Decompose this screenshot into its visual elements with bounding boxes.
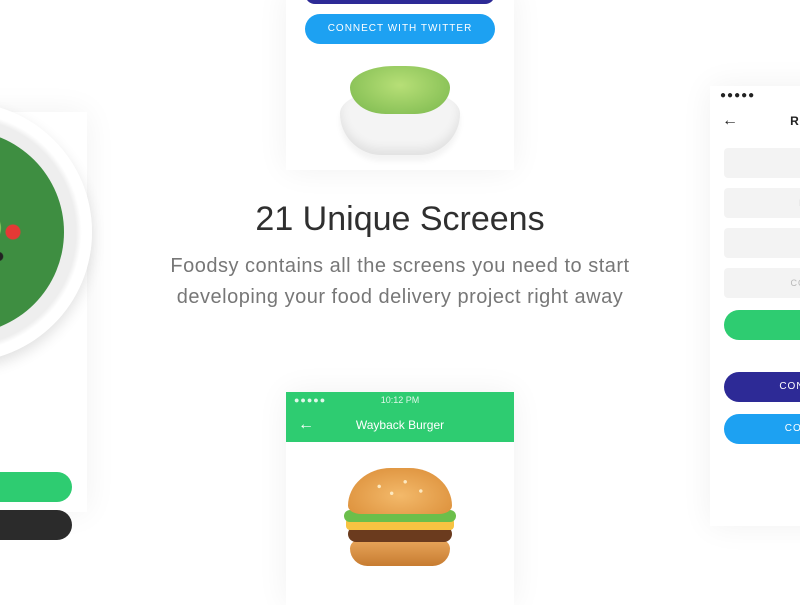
connect-twitter-button[interactable]: CONNECT WITH TWITTER: [305, 14, 495, 44]
page-title: Wayback Burger: [356, 418, 444, 432]
connect-facebook-button[interactable]: [305, 0, 495, 4]
food-image-salad: [0, 102, 92, 362]
back-arrow-icon[interactable]: ←: [298, 416, 314, 434]
confirm-password-field[interactable]: CONFIRM F: [724, 268, 800, 298]
signin-button[interactable]: G IN: [0, 510, 72, 540]
screen-restaurant-detail: ●●●●● 10:12 PM ← Wayback Burger: [286, 392, 514, 605]
food-image-burger: [286, 442, 514, 582]
signal-dots-icon: ●●●●●: [294, 395, 326, 405]
signal-dots-icon: ●●●●●: [720, 90, 755, 101]
nav-bar: ← REGISTE: [710, 104, 800, 138]
page-title: REGISTE: [790, 114, 800, 128]
signup-button[interactable]: SIGN: [724, 310, 800, 340]
or-divider: o: [710, 350, 800, 360]
status-bar: ●●●●● 10:12 PM: [286, 392, 514, 408]
username-field[interactable]: USERI: [724, 148, 800, 178]
status-time: 10:12 PM: [381, 395, 420, 405]
hero-title: 21 Unique Screens: [120, 200, 680, 239]
connect-twitter-button[interactable]: CONNECT W: [724, 414, 800, 444]
hero-subtitle: Foodsy contains all the screens you need…: [120, 251, 680, 313]
email-field[interactable]: EMAIL A: [724, 188, 800, 218]
screen-register: ●●●●● 10:12 ← REGISTE USERI EMAIL A PASS…: [710, 86, 800, 526]
status-bar: ●●●●● 10:12: [710, 86, 800, 104]
connect-facebook-button[interactable]: CONNECT WIT: [724, 372, 800, 402]
password-field[interactable]: PASS: [724, 228, 800, 258]
screen-welcome: dsy N UP G IN: [0, 112, 87, 512]
nav-bar: ← Wayback Burger: [286, 408, 514, 442]
screen-social-login: CONNECT WITH TWITTER: [286, 0, 514, 170]
signup-button[interactable]: N UP: [0, 472, 72, 502]
food-image-guacamole: [286, 54, 514, 155]
back-arrow-icon[interactable]: ←: [722, 112, 739, 130]
hero-text: 21 Unique Screens Foodsy contains all th…: [120, 200, 680, 313]
